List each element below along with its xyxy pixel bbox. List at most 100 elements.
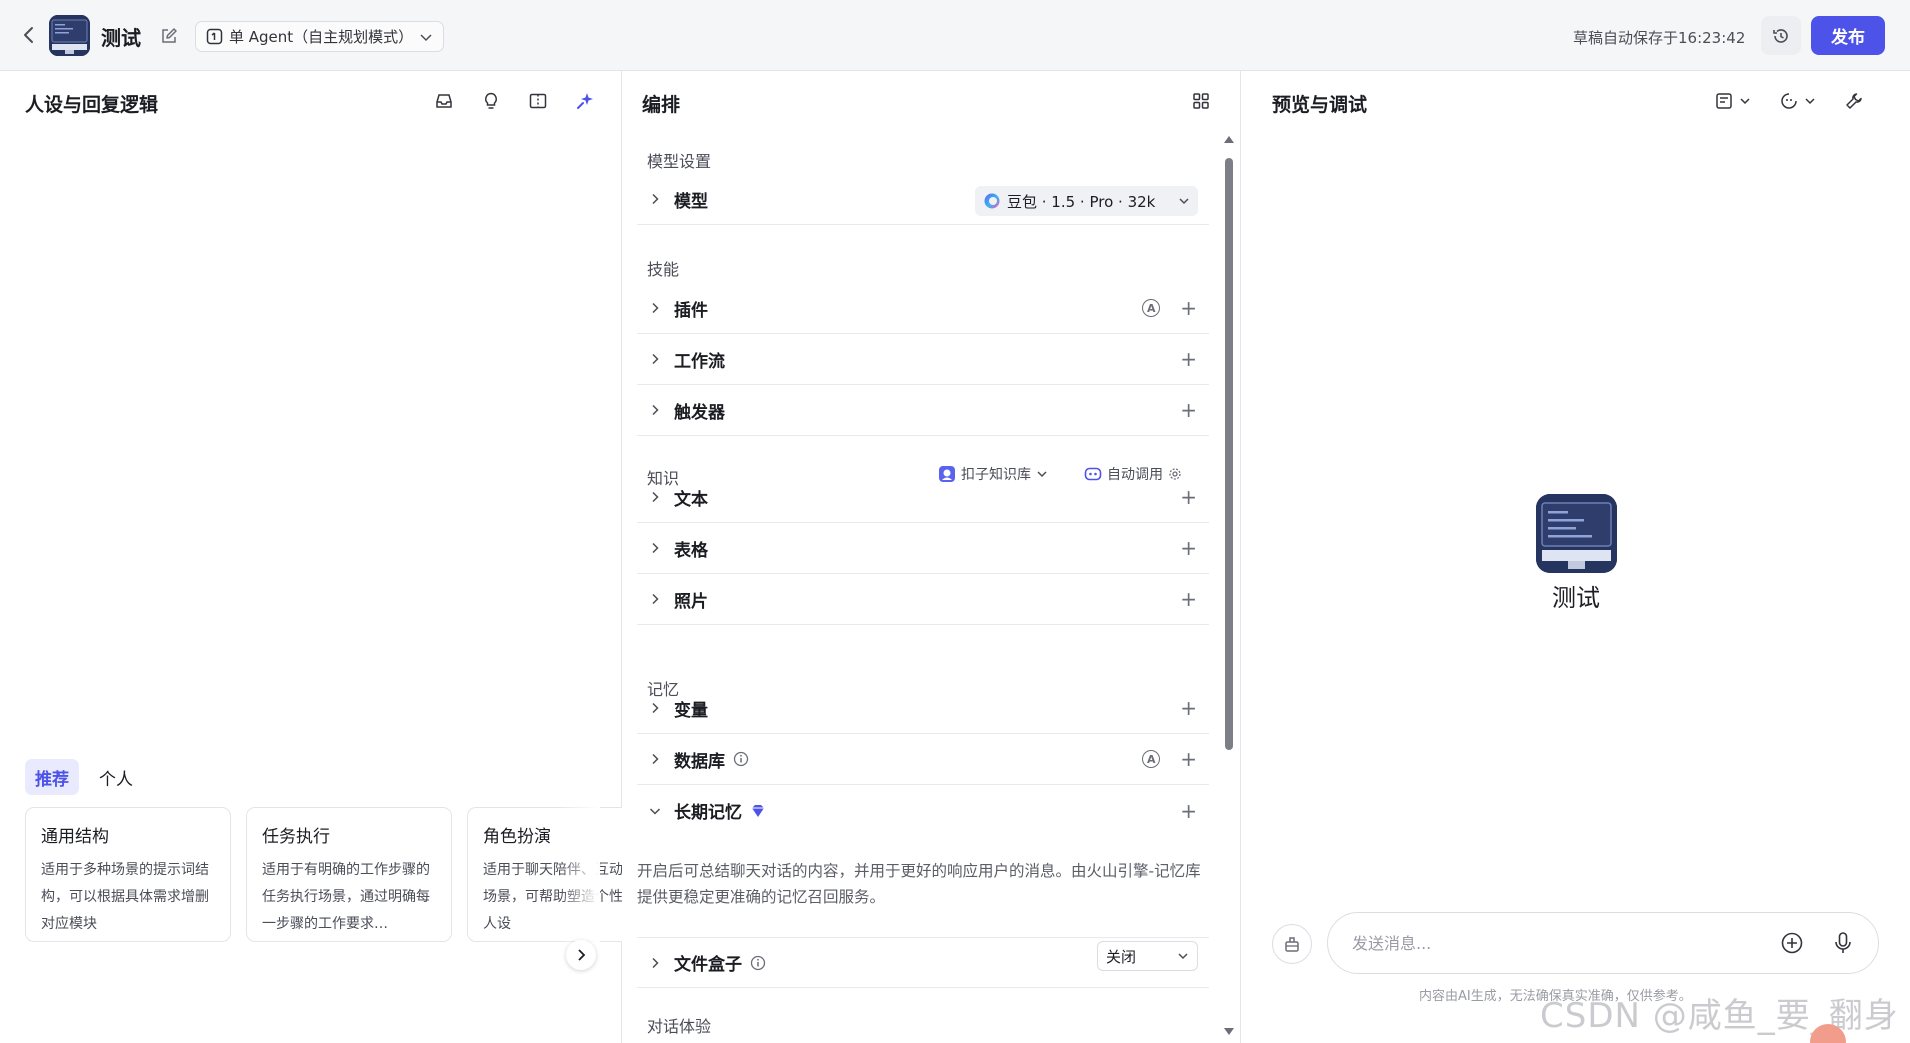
history-button[interactable] [1761, 16, 1801, 55]
orchestration-panel-title: 编排 [642, 94, 681, 116]
section-label-model: 模型设置 [647, 152, 712, 171]
row-photo[interactable]: 照片 + [637, 574, 1209, 625]
chevron-down-icon [1177, 950, 1189, 962]
chevron-right-icon [645, 953, 665, 973]
row-table[interactable]: 表格 + [637, 523, 1209, 574]
row-label: 模型 [674, 191, 708, 212]
row-text[interactable]: 文本 + [637, 472, 1209, 523]
top-bar: 测试 单 Agent（自主规划模式） 草稿自动保存于16:23:42 发布 [0, 0, 1910, 71]
auto-icon[interactable]: A [1142, 299, 1161, 317]
add-long-memory-button[interactable]: + [1180, 801, 1197, 821]
row-label: 变量 [674, 700, 708, 721]
row-database[interactable]: 数据库 A + [637, 734, 1209, 785]
template-desc: 适用于多种场景的提示词结构，可以根据具体需求增删对应模块 [41, 862, 209, 932]
row-plugins[interactable]: 插件 A + [637, 283, 1209, 334]
publish-button[interactable]: 发布 [1811, 16, 1885, 55]
bot-avatar [49, 15, 90, 56]
ai-optimize-icon[interactable] [574, 90, 596, 112]
template-card[interactable]: 通用结构 适用于多种场景的提示词结构，可以根据具体需求增删对应模块 [25, 807, 231, 942]
info-icon[interactable] [750, 955, 766, 971]
add-attachment-icon[interactable] [1780, 931, 1804, 955]
doubao-logo-icon [983, 192, 1001, 210]
chevron-right-icon [645, 487, 665, 507]
agent-mode-select[interactable]: 单 Agent（自主规划模式） [195, 21, 444, 52]
tab-personal[interactable]: 个人 [89, 759, 143, 795]
auto-icon[interactable]: A [1142, 750, 1161, 768]
add-variable-button[interactable]: + [1180, 698, 1197, 718]
chevron-right-icon [645, 538, 665, 558]
info-icon[interactable] [733, 751, 749, 767]
add-text-button[interactable]: + [1180, 487, 1197, 507]
feedback-dropdown[interactable] [1779, 90, 1821, 112]
add-workflow-button[interactable]: + [1180, 349, 1197, 369]
add-table-button[interactable]: + [1180, 538, 1197, 558]
add-plugin-button[interactable]: + [1180, 298, 1197, 318]
row-label: 数据库 [674, 751, 725, 772]
history-icon [1772, 27, 1790, 45]
file-box-value: 关闭 [1106, 947, 1137, 966]
preview-panel-title: 预览与调试 [1272, 94, 1368, 116]
row-workflow[interactable]: 工作流 + [637, 334, 1209, 385]
tab-recommended[interactable]: 推荐 [25, 759, 79, 795]
autosave-status: 草稿自动保存于16:23:42 [1573, 29, 1746, 47]
bot-avatar-large [1536, 494, 1617, 573]
bot-name-large: 测试 [1552, 584, 1600, 612]
chevron-right-icon [645, 349, 665, 369]
section-label-skills: 技能 [647, 260, 680, 279]
row-variables[interactable]: 变量 + [637, 683, 1209, 734]
row-label: 插件 [674, 300, 708, 321]
edit-icon[interactable] [160, 27, 178, 45]
chevron-right-icon [645, 749, 665, 769]
microphone-icon[interactable] [1832, 931, 1854, 955]
chevron-right-icon [574, 948, 588, 962]
row-label: 文本 [674, 489, 708, 510]
template-tabs: 推荐 个人 [25, 759, 143, 795]
lightbulb-icon[interactable] [480, 90, 502, 112]
persona-panel-title: 人设与回复逻辑 [25, 94, 159, 116]
agent-mode-label: 单 Agent（自主规划模式） [229, 28, 414, 46]
template-title: 通用结构 [41, 827, 109, 847]
template-card[interactable]: 任务执行 适用于有明确的工作步骤的任务执行场景，通过明确每一步骤的工作要求… [246, 807, 452, 942]
broom-icon [1282, 934, 1302, 954]
debug-details-dropdown[interactable] [1714, 90, 1756, 112]
layout-grid-icon[interactable] [1190, 90, 1212, 112]
clear-context-button[interactable] [1272, 924, 1312, 964]
row-label: 文件盒子 [674, 955, 742, 975]
long-memory-description: 开启后可总结聊天对话的内容，并用于更好的响应用户的消息。由火山引擎-记忆库提供更… [637, 862, 1201, 906]
row-label: 触发器 [674, 402, 725, 423]
message-input[interactable] [1352, 933, 1768, 953]
model-select[interactable]: 豆包 · 1.5 · Pro · 32k [975, 186, 1198, 216]
row-label: 照片 [674, 591, 708, 612]
chevron-down-icon [1178, 195, 1190, 207]
template-desc: 适用于有明确的工作步骤的任务执行场景，通过明确每一步骤的工作要求… [262, 862, 430, 932]
chevron-down-icon [645, 801, 665, 821]
file-box-select[interactable]: 关闭 [1097, 941, 1198, 971]
add-trigger-button[interactable]: + [1180, 400, 1197, 420]
carousel-next-button[interactable] [566, 940, 596, 970]
back-icon[interactable] [18, 24, 40, 46]
chevron-right-icon [645, 189, 665, 209]
row-label: 工作流 [674, 351, 725, 372]
split-view-icon[interactable] [527, 90, 549, 112]
add-photo-button[interactable]: + [1180, 589, 1197, 609]
row-label: 表格 [674, 540, 708, 561]
wrench-icon[interactable] [1843, 90, 1865, 112]
agent-mode-icon [206, 28, 223, 45]
message-input-box[interactable] [1327, 912, 1879, 974]
chevron-right-icon [645, 400, 665, 420]
model-value: 豆包 · 1.5 · Pro · 32k [1007, 192, 1156, 211]
chevron-right-icon [645, 298, 665, 318]
scrollbar-thumb[interactable] [1225, 158, 1233, 750]
add-database-button[interactable]: + [1180, 749, 1197, 769]
carousel-fade [560, 807, 600, 942]
row-long-memory[interactable]: 长期记忆 + [637, 785, 1209, 836]
section-label-chat: 对话体验 [647, 1017, 712, 1036]
chevron-right-icon [645, 698, 665, 718]
chevron-down-icon [419, 30, 433, 44]
row-trigger[interactable]: 触发器 + [637, 385, 1209, 436]
chevron-right-icon [645, 589, 665, 609]
template-title: 任务执行 [262, 827, 330, 847]
watermark: CSDN @咸鱼_要_翻身 [1540, 996, 1899, 1036]
premium-badge-icon [750, 803, 766, 819]
inbox-icon[interactable] [433, 90, 455, 112]
